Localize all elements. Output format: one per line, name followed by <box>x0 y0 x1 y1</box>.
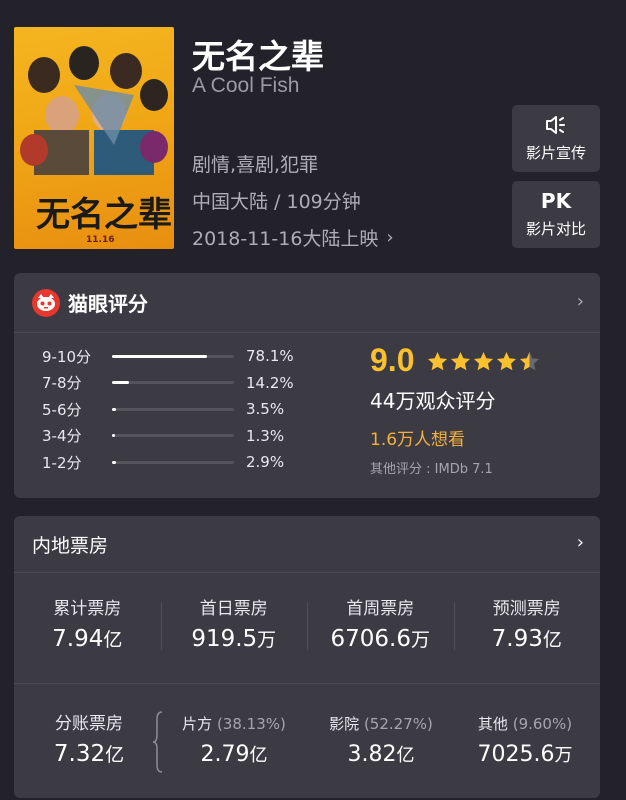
poster-title-art: 无名之辈 <box>36 195 172 235</box>
box-office-header[interactable]: 内地票房 › <box>14 516 600 573</box>
stat-value: 7.93亿 <box>491 626 562 652</box>
rating-card[interactable]: 猫眼评分 › 9-10分 78.1% 7-8分 14.2% 5-6分 3.5% 3-4分 1.… <box>14 273 600 498</box>
want-to-see-count: 1.6万人想看 <box>370 430 466 450</box>
distribution-bar-fill <box>112 434 116 437</box>
distribution-bar-fill <box>112 381 130 384</box>
distribution-bar <box>112 460 234 464</box>
compare-button[interactable]: PK 影片对比 <box>512 181 600 248</box>
distribution-bar <box>112 381 234 384</box>
brace-icon <box>152 711 163 773</box>
rating-distribution-row: 5-6分 3.5% <box>42 396 284 422</box>
stat-value: 919.5万 <box>191 626 277 652</box>
split-part-label: 影院 (52.27%) <box>329 715 433 733</box>
movie-release-link[interactable]: 2018-11-16大陆上映 › <box>192 224 394 251</box>
star-icon <box>474 352 493 371</box>
stat-label: 累计票房 <box>53 599 122 619</box>
other-rating: 其他评分 : IMDb 7.1 <box>370 462 493 477</box>
box-office-title: 内地票房 <box>32 534 109 557</box>
poster-date-art: 11.16 <box>86 235 115 245</box>
distribution-percent: 1.3% <box>246 426 285 445</box>
stat-label: 首周票房 <box>346 599 415 619</box>
promo-button-label: 影片宣传 <box>525 144 586 162</box>
star-icon <box>497 352 516 371</box>
movie-english-title: A Cool Fish <box>192 74 300 97</box>
star-icon <box>520 352 539 371</box>
split-part-other: 其他 (9.60%) 7025.6万 <box>464 713 586 767</box>
stat-first-day: 首日票房 919.5万 <box>160 594 308 652</box>
speaker-icon <box>544 114 568 136</box>
distribution-percent: 14.2% <box>246 373 294 392</box>
audience-count: 44万观众评分 <box>370 389 496 413</box>
promo-button[interactable]: 影片宣传 <box>512 105 600 172</box>
distribution-percent: 2.9% <box>246 453 285 471</box>
distribution-label: 5-6分 <box>42 400 82 419</box>
movie-title: 无名之辈 <box>192 37 324 76</box>
compare-button-label: 影片对比 <box>525 220 586 238</box>
distribution-label: 9-10分 <box>42 347 92 366</box>
distribution-bar <box>112 407 234 411</box>
chevron-right-icon: › <box>576 291 584 312</box>
star-icon <box>428 352 447 371</box>
distribution-bar-fill <box>112 460 116 464</box>
split-part-producer: 片方 (38.13%) 2.79亿 <box>174 713 294 767</box>
split-part-value: 7025.6万 <box>477 742 573 767</box>
movie-release-date: 2018-11-16大陆上映 <box>192 228 379 250</box>
distribution-bar-fill <box>112 407 117 411</box>
distribution-bar <box>112 434 234 437</box>
stat-total: 累计票房 7.94亿 <box>14 594 161 652</box>
distribution-percent: 78.1% <box>246 347 294 365</box>
rating-card-header[interactable]: 猫眼评分 › <box>14 273 600 333</box>
maoyan-cat-logo-icon <box>32 288 60 317</box>
rating-distribution-row: 9-10分 78.1% <box>42 343 294 369</box>
box-office-card[interactable]: 内地票房 › 累计票房 7.94亿 首日票房 919.5万 首周票房 6706.… <box>14 516 600 798</box>
split-part-value: 2.79亿 <box>200 742 268 767</box>
box-office-stats: 累计票房 7.94亿 首日票房 919.5万 首周票房 6706.6万 预测票房… <box>14 594 600 652</box>
split-value: 7.32亿 <box>53 741 125 767</box>
star-rating <box>427 351 540 372</box>
stat-label: 预测票房 <box>492 599 561 619</box>
rating-distribution-row: 3-4分 1.3% <box>42 423 284 449</box>
split-part-label: 片方 (38.13%) <box>182 715 286 733</box>
movie-region-duration: 中国大陆 / 109分钟 <box>192 191 361 213</box>
split-part-label: 其他 (9.60%) <box>477 715 573 733</box>
distribution-bar <box>112 354 234 358</box>
distribution-bar-fill <box>112 354 208 358</box>
split-part-cinema: 影院 (52.27%) 3.82亿 <box>320 713 442 767</box>
rating-distribution-row: 1-2分 2.9% <box>42 449 284 475</box>
movie-genres: 剧情,喜剧,犯罪 <box>192 154 319 176</box>
rating-card-title: 猫眼评分 <box>68 292 148 316</box>
rating-distribution-row: 7-8分 14.2% <box>42 370 294 396</box>
movie-poster[interactable]: 无名之辈 11.16 <box>14 27 174 249</box>
maoyan-score: 9.0 <box>370 342 415 378</box>
split-box-office: 分账票房 7.32亿 <box>38 709 140 767</box>
distribution-percent: 3.5% <box>246 400 285 418</box>
stat-value: 7.94亿 <box>52 626 123 652</box>
stat-first-week: 首周票房 6706.6万 <box>307 594 454 652</box>
split-label: 分账票房 <box>55 714 123 734</box>
stat-value: 6706.6万 <box>330 626 431 652</box>
stat-label: 首日票房 <box>199 599 268 619</box>
chevron-right-icon: › <box>386 227 394 248</box>
distribution-label: 7-8分 <box>42 374 82 392</box>
pk-icon: PK <box>540 189 572 213</box>
stat-forecast: 预测票房 7.93亿 <box>453 594 601 652</box>
divider <box>14 683 600 684</box>
poster-crowd-art <box>20 46 168 175</box>
distribution-label: 1-2分 <box>42 453 82 472</box>
star-icon <box>451 352 470 371</box>
distribution-label: 3-4分 <box>42 427 82 445</box>
split-part-value: 3.82亿 <box>347 742 415 767</box>
chevron-right-icon: › <box>576 532 584 553</box>
